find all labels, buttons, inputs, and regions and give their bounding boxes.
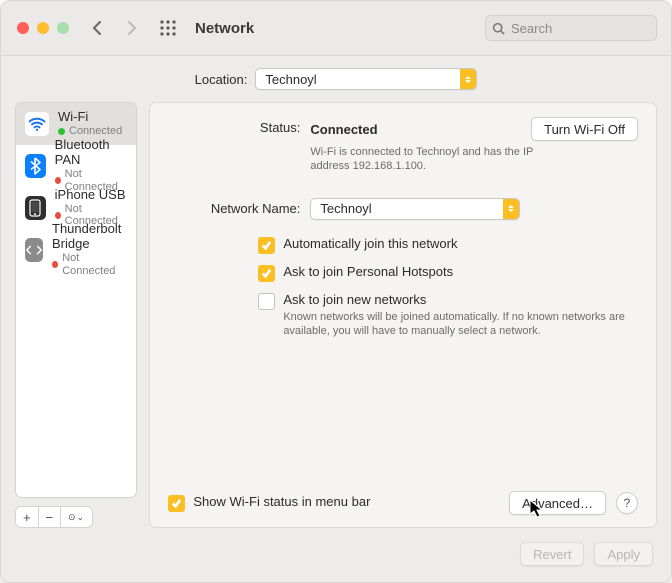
ask-hotspot-checkbox[interactable] xyxy=(258,265,275,282)
service-list: Wi-Fi Connected Bluetooth PAN Not Connec… xyxy=(15,102,137,498)
network-preferences-window: Network Search Location: Technoyl Wi-Fi xyxy=(0,0,672,583)
status-value: Connected xyxy=(310,122,377,137)
network-name-select[interactable]: Technoyl xyxy=(310,198,520,220)
sidebar-item-status: Not Connected xyxy=(52,252,127,277)
network-name-value: Technoyl xyxy=(320,201,371,216)
location-value: Technoyl xyxy=(265,72,316,87)
revert-button[interactable]: Revert xyxy=(520,542,584,566)
show-all-prefs-icon[interactable] xyxy=(159,19,177,37)
zoom-icon[interactable] xyxy=(57,22,69,34)
sidebar-item-bluetooth[interactable]: Bluetooth PAN Not Connected xyxy=(16,145,136,187)
status-detail: Wi-Fi is connected to Technoyl and has t… xyxy=(310,145,570,174)
bluetooth-icon xyxy=(25,154,46,178)
add-service-button[interactable]: + xyxy=(16,507,39,527)
sidebar-item-label: Thunderbolt Bridge xyxy=(52,222,127,252)
window-footer: Revert Apply xyxy=(1,528,671,582)
show-wifi-status-label: Show Wi-Fi status in menu bar xyxy=(193,494,370,509)
thunderbolt-bridge-icon xyxy=(25,238,43,262)
sidebar-item-status: Connected xyxy=(58,125,122,138)
location-label: Location: xyxy=(195,72,248,87)
wifi-toggle-button[interactable]: Turn Wi-Fi Off xyxy=(531,117,638,141)
toolbar: Network Search xyxy=(1,1,671,56)
sidebar-item-label: Bluetooth PAN xyxy=(55,138,128,168)
status-dot-icon xyxy=(58,128,65,135)
sidebar-item-thunderbolt[interactable]: Thunderbolt Bridge Not Connected xyxy=(16,229,136,271)
remove-service-button[interactable]: − xyxy=(39,507,62,527)
ask-new-networks-checkbox[interactable] xyxy=(258,293,275,310)
panel-footer: Show Wi-Fi status in menu bar Advanced… … xyxy=(168,491,638,515)
auto-join-label: Automatically join this network xyxy=(283,236,457,251)
minimize-icon[interactable] xyxy=(37,22,49,34)
page-title: Network xyxy=(195,20,254,37)
window-controls xyxy=(17,22,69,34)
advanced-button[interactable]: Advanced… xyxy=(509,491,606,515)
service-action-bar: + − ⊙⌄ xyxy=(15,506,93,528)
detail-panel: Status: Connected Turn Wi-Fi Off Wi-Fi i… xyxy=(149,102,657,528)
search-placeholder: Search xyxy=(511,21,552,36)
status-dot-icon xyxy=(55,212,61,219)
iphone-icon xyxy=(25,196,46,220)
close-icon[interactable] xyxy=(17,22,29,34)
sidebar-item-label: Wi-Fi xyxy=(58,110,122,125)
ask-new-networks-label: Ask to join new networks xyxy=(283,292,426,307)
auto-join-checkbox[interactable] xyxy=(258,237,275,254)
help-button[interactable]: ? xyxy=(616,492,638,514)
service-more-button[interactable]: ⊙⌄ xyxy=(61,507,92,527)
cursor-icon xyxy=(529,499,545,519)
ask-hotspot-label: Ask to join Personal Hotspots xyxy=(283,264,453,279)
chevron-up-down-icon xyxy=(460,69,476,89)
search-icon xyxy=(492,22,505,35)
ask-new-networks-help: Known networks will be joined automatica… xyxy=(283,310,638,339)
chevron-up-down-icon xyxy=(503,199,519,219)
apply-button[interactable]: Apply xyxy=(594,542,653,566)
sidebar-item-label: iPhone USB xyxy=(55,188,128,203)
location-select[interactable]: Technoyl xyxy=(255,68,477,90)
body: Wi-Fi Connected Bluetooth PAN Not Connec… xyxy=(1,102,671,528)
status-dot-icon xyxy=(55,177,61,184)
status-label: Status: xyxy=(168,117,300,174)
forward-button[interactable] xyxy=(123,19,141,37)
location-row: Location: Technoyl xyxy=(1,56,671,102)
search-field[interactable]: Search xyxy=(485,15,657,41)
sidebar: Wi-Fi Connected Bluetooth PAN Not Connec… xyxy=(15,102,137,528)
network-name-label: Network Name: xyxy=(168,198,300,220)
back-button[interactable] xyxy=(87,19,105,37)
status-dot-icon xyxy=(52,261,58,268)
wifi-icon xyxy=(25,112,49,136)
show-wifi-status-checkbox[interactable] xyxy=(168,495,185,512)
